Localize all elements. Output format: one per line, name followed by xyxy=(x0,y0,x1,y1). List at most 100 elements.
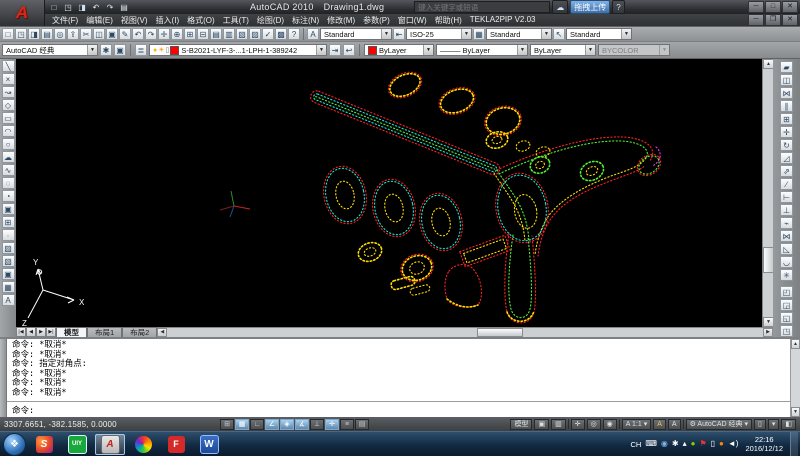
layer-previous-icon[interactable]: ↩ xyxy=(343,44,355,56)
maximize-button[interactable]: □ xyxy=(765,1,781,13)
hatch-icon[interactable]: ▨ xyxy=(2,242,15,254)
point-icon[interactable]: ∙ xyxy=(2,229,15,241)
toggle-polar[interactable]: ∠ xyxy=(265,419,279,430)
horizontal-scroll-thumb[interactable] xyxy=(477,328,523,337)
circle-icon[interactable]: ○ xyxy=(2,138,15,150)
tray-gear-icon[interactable]: ✱ xyxy=(672,440,679,448)
matchprop-icon[interactable]: ✎ xyxy=(119,28,131,40)
menu-item-9[interactable]: 参数(P) xyxy=(359,15,394,26)
explode-icon[interactable]: ✳ xyxy=(780,269,793,281)
redo-icon[interactable]: ↷ xyxy=(104,2,116,13)
toggle-ducs[interactable]: ⟂ xyxy=(310,419,324,430)
help-button[interactable]: ? xyxy=(612,0,624,14)
lineweight-dropdown[interactable]: ByLayer▼ xyxy=(530,44,596,56)
mleader-style-dropdown[interactable]: Standard▼ xyxy=(566,28,632,40)
horizontal-scrollbar[interactable]: ◀ ▶ xyxy=(157,327,773,337)
markup-icon[interactable]: ✓ xyxy=(262,28,274,40)
mtext-icon[interactable]: A xyxy=(2,294,15,306)
annotation-scale-button[interactable]: A 1:1 ▾ xyxy=(622,419,651,430)
undo-icon[interactable]: ↶ xyxy=(132,28,144,40)
taskbar-word-button[interactable]: W xyxy=(194,434,224,455)
text-style-icon[interactable]: A xyxy=(307,28,319,40)
open-icon[interactable]: ◳ xyxy=(15,28,27,40)
make-object-layer-current-icon[interactable]: ⇥ xyxy=(329,44,341,56)
revcloud-icon[interactable]: ☁ xyxy=(2,151,15,163)
table-style-dropdown[interactable]: Standard▼ xyxy=(486,28,552,40)
layer-properties-icon[interactable]: ≣ xyxy=(135,44,147,56)
pline-icon[interactable]: ↝ xyxy=(2,86,15,98)
rect-icon[interactable]: ▭ xyxy=(2,112,15,124)
tab-first-icon[interactable]: |◀ xyxy=(16,327,26,337)
arc-icon[interactable]: ◠ xyxy=(2,125,15,137)
plot-icon[interactable]: ▤ xyxy=(41,28,53,40)
layer-dropdown[interactable]: ● ☀ ▯ S-B2021-LYF-3-...1-LPH-1-389242 ▼ xyxy=(149,44,327,56)
start-button[interactable]: ❖ xyxy=(3,433,26,456)
dim-style-icon[interactable]: ⇤ xyxy=(393,28,405,40)
palettes-icon[interactable]: ▧ xyxy=(236,28,248,40)
table-style-icon[interactable]: ▦ xyxy=(473,28,485,40)
doc-close-button[interactable]: ✕ xyxy=(782,14,798,26)
tab-layout1[interactable]: 布局1 xyxy=(87,327,122,337)
minimize-button[interactable]: ─ xyxy=(748,1,764,13)
copy-icon[interactable]: ◫ xyxy=(93,28,105,40)
menu-item-1[interactable]: 编辑(E) xyxy=(82,15,117,26)
erase-icon[interactable]: ▰ xyxy=(780,61,793,73)
close-button[interactable]: ✕ xyxy=(782,1,798,13)
device-icon[interactable]: ▯ xyxy=(711,440,715,448)
cut-icon[interactable]: ✂ xyxy=(80,28,92,40)
search-input[interactable] xyxy=(414,1,550,13)
tab-next-icon[interactable]: ▶ xyxy=(36,327,46,337)
taskbar-autocad-button[interactable]: A xyxy=(95,434,125,455)
taskbar-uiy-button[interactable]: UIY xyxy=(62,434,92,455)
model-space-drawing[interactable]: .dot{fill:none;stroke-width:1.1;stroke-d… xyxy=(16,59,762,327)
save-icon[interactable]: ◨ xyxy=(28,28,40,40)
show-desktop-button[interactable] xyxy=(790,432,798,456)
scroll-left-icon[interactable]: ◀ xyxy=(157,328,167,337)
taskbar-fetion-button[interactable]: F xyxy=(161,434,191,455)
redo-icon[interactable]: ↷ xyxy=(145,28,157,40)
ime-settings-icon[interactable]: ◉ xyxy=(661,440,668,448)
tab-prev-icon[interactable]: ◀ xyxy=(26,327,36,337)
line-icon[interactable]: ╲ xyxy=(2,60,15,72)
show-hidden-icons[interactable]: ▴ xyxy=(683,440,687,448)
toggle-lwt[interactable]: ≡ xyxy=(340,419,354,430)
zoom-previous-icon[interactable]: ⊟ xyxy=(197,28,209,40)
menu-item-7[interactable]: 标注(N) xyxy=(288,15,323,26)
tab-model[interactable]: 模型 xyxy=(56,327,87,337)
doc-minimize-button[interactable]: ─ xyxy=(748,14,764,26)
draworder-above-icon[interactable]: ◱ xyxy=(780,312,793,324)
clean-screen-icon[interactable]: ◧ xyxy=(781,419,796,430)
save-icon[interactable]: ◨ xyxy=(76,2,88,13)
communication-center-icon[interactable]: ☁ xyxy=(552,0,568,14)
color-dropdown[interactable]: ByLayer▼ xyxy=(364,44,434,56)
command-input[interactable]: 命令: xyxy=(7,402,790,417)
text-style-dropdown[interactable]: Standard▼ xyxy=(320,28,392,40)
workspace-dropdown[interactable]: AutoCAD 经典▼ xyxy=(2,44,98,56)
toggle-osnap[interactable]: ◈ xyxy=(280,419,294,430)
insert-block-icon[interactable]: ▣ xyxy=(2,203,15,215)
zoom-icon[interactable]: ◎ xyxy=(587,419,601,430)
mirror-icon[interactable]: ⋈ xyxy=(780,87,793,99)
join-icon[interactable]: ⋈ xyxy=(780,230,793,242)
command-window-grip[interactable] xyxy=(0,339,7,417)
print-icon[interactable]: ▤ xyxy=(118,2,130,13)
offset-icon[interactable]: ∥ xyxy=(780,100,793,112)
dim-style-dropdown[interactable]: ISO-25▼ xyxy=(406,28,472,40)
autoscale-icon[interactable]: A xyxy=(668,419,681,430)
properties-icon[interactable]: ▤ xyxy=(210,28,222,40)
toolbar-lock-icon[interactable]: ▯ xyxy=(754,419,766,430)
undo-icon[interactable]: ↶ xyxy=(90,2,102,13)
menu-item-2[interactable]: 视图(V) xyxy=(117,15,152,26)
taskbar-sogou-button[interactable]: S xyxy=(29,434,59,455)
status-menu-icon[interactable]: ▾ xyxy=(768,419,780,430)
toggle-snap[interactable]: ⊞ xyxy=(220,419,234,430)
scroll-down-icon[interactable]: ▼ xyxy=(791,407,800,417)
application-menu-button[interactable]: A xyxy=(0,0,45,26)
command-scrollbar[interactable]: ▲ ▼ xyxy=(790,339,800,417)
mleader-style-icon[interactable]: ↖ xyxy=(553,28,565,40)
sheetset-icon[interactable]: ▨ xyxy=(249,28,261,40)
tab-last-icon[interactable]: ▶| xyxy=(46,327,56,337)
keyboard-icon[interactable]: ⌨ xyxy=(645,440,657,448)
scroll-up-icon[interactable]: ▲ xyxy=(791,339,800,349)
paste-icon[interactable]: ▣ xyxy=(106,28,118,40)
